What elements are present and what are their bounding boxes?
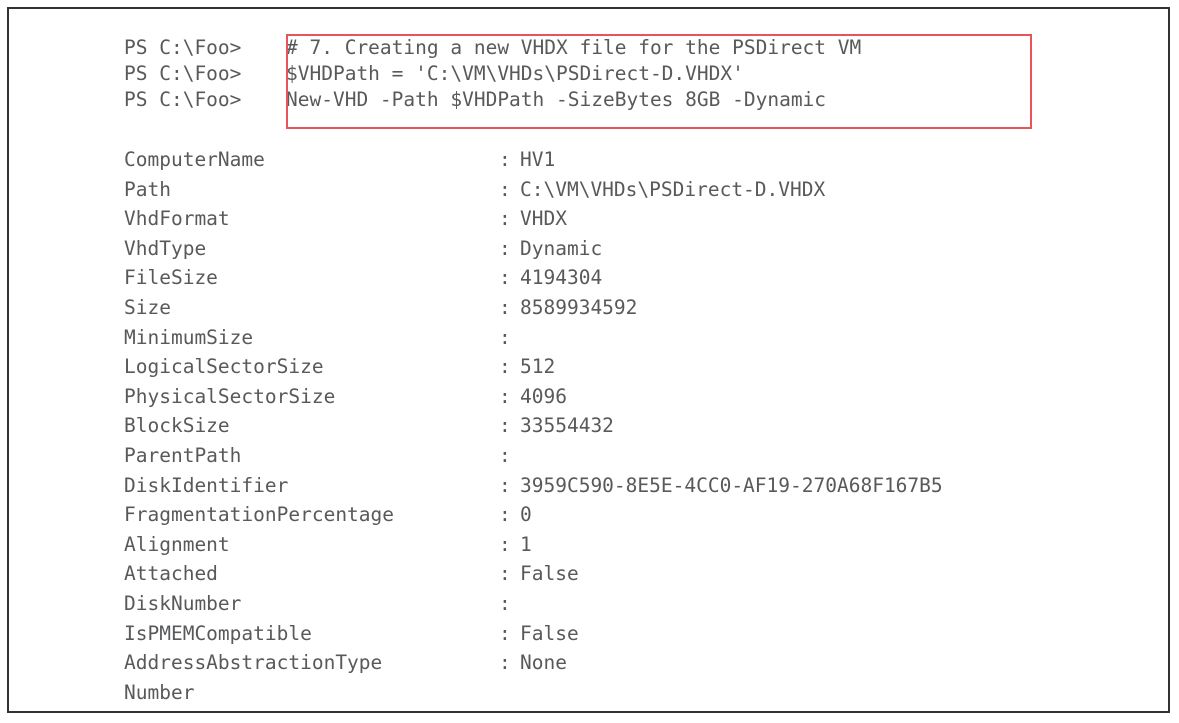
- property-name: DiskIdentifier: [124, 473, 289, 497]
- property-row: DiskIdentifier:3959C590-8E5E-4CC0-AF19-2…: [124, 471, 1154, 501]
- vhd-properties-output: ComputerName: HV1 Path: C:\VM\VHDs\PSDirect…: [124, 145, 1154, 707]
- property-separator: :: [499, 651, 511, 675]
- property-separator: :: [499, 384, 511, 408]
- property-name: PhysicalSectorSize: [124, 384, 336, 408]
- property-separator: :: [499, 236, 511, 260]
- property-value: 1: [520, 532, 532, 556]
- property-name: VhdFormat: [124, 207, 230, 231]
- property-row: ComputerName: HV1: [124, 145, 1154, 175]
- property-name: Path: [124, 177, 171, 201]
- property-name: FragmentationPercentage: [124, 503, 395, 527]
- property-name: Number: [124, 680, 195, 704]
- property-row: FragmentationPercentage:0: [124, 500, 1154, 530]
- property-row: Alignment:1: [124, 530, 1154, 560]
- property-value: 0: [520, 503, 532, 527]
- property-name: FileSize: [124, 266, 218, 290]
- property-separator: :: [499, 443, 511, 467]
- command-block: PS C:\Foo> # 7. Creating a new VHDX file …: [124, 35, 1124, 113]
- property-row: Path: C:\VM\VHDs\PSDirect-D.VHDX: [124, 175, 1154, 205]
- property-row: Number:: [124, 678, 1154, 708]
- command-line: PS C:\Foo> New-VHD -Path $VHDPath -SizeBy…: [124, 87, 1124, 113]
- property-row: VhdFormat: VHDX: [124, 204, 1154, 234]
- prompt-label: PS C:\Foo>: [124, 62, 242, 85]
- property-value: VHDX: [520, 207, 567, 231]
- property-separator: :: [499, 325, 511, 349]
- command-text[interactable]: New-VHD -Path $VHDPath -SizeBytes 8GB -D…: [286, 88, 826, 111]
- command-line: PS C:\Foo> $VHDPath = 'C:\VM\VHDs\PSDirec…: [124, 61, 1124, 87]
- property-separator: :: [499, 148, 511, 171]
- property-name: VhdType: [124, 236, 207, 260]
- property-value: 512: [520, 355, 556, 379]
- property-row: PhysicalSectorSize:4096: [124, 382, 1154, 412]
- property-row: LogicalSectorSize:512: [124, 352, 1154, 382]
- property-name: LogicalSectorSize: [124, 355, 324, 379]
- property-name: ComputerName: [124, 148, 265, 171]
- property-separator: :: [499, 562, 511, 586]
- powershell-console-window: PS C:\Foo> # 7. Creating a new VHDX file …: [7, 7, 1170, 713]
- property-value: C:\VM\VHDs\PSDirect-D.VHDX: [520, 177, 826, 201]
- property-name: IsPMEMCompatible: [124, 621, 312, 645]
- property-value: 8589934592: [520, 295, 638, 319]
- property-name: BlockSize: [124, 414, 230, 438]
- property-value: None: [520, 651, 567, 675]
- property-row: AddressAbstractionType: None: [124, 648, 1154, 678]
- property-value: Dynamic: [520, 236, 603, 260]
- property-row: IsPMEMCompatible: False: [124, 619, 1154, 649]
- property-value: 33554432: [520, 414, 614, 438]
- property-separator: :: [499, 621, 511, 645]
- property-row: FileSize:4194304: [124, 263, 1154, 293]
- property-separator: :: [499, 414, 511, 438]
- property-separator: :: [499, 532, 511, 556]
- property-separator: :: [499, 207, 511, 231]
- property-value: 4096: [520, 384, 567, 408]
- property-value: HV1: [520, 148, 556, 171]
- property-name: MinimumSize: [124, 325, 254, 349]
- property-separator: :: [499, 266, 511, 290]
- property-separator: :: [499, 295, 511, 319]
- property-value: False: [520, 562, 579, 586]
- property-value: False: [520, 621, 579, 645]
- property-name: AddressAbstractionType: [124, 651, 383, 675]
- console-output-area[interactable]: PS C:\Foo> # 7. Creating a new VHDX file …: [9, 9, 1168, 711]
- property-name: ParentPath: [124, 443, 242, 467]
- property-row: MinimumSize:: [124, 323, 1154, 353]
- property-row: BlockSize:33554432: [124, 411, 1154, 441]
- property-name: DiskNumber: [124, 591, 242, 615]
- property-row: DiskNumber:: [124, 589, 1154, 619]
- property-name: Size: [124, 295, 171, 319]
- property-separator: :: [499, 355, 511, 379]
- property-row: ParentPath:: [124, 441, 1154, 471]
- property-name: Attached: [124, 562, 218, 586]
- property-separator: :: [499, 591, 511, 615]
- command-line: PS C:\Foo> # 7. Creating a new VHDX file …: [124, 35, 1124, 61]
- screenshot-root: PS C:\Foo> # 7. Creating a new VHDX file …: [0, 0, 1179, 723]
- prompt-label: PS C:\Foo>: [124, 88, 242, 111]
- property-row: VhdType: Dynamic: [124, 234, 1154, 264]
- property-value: 4194304: [520, 266, 603, 290]
- property-separator: :: [499, 473, 511, 497]
- command-text[interactable]: # 7. Creating a new VHDX file for the PS…: [286, 36, 861, 59]
- property-value: 3959C590-8E5E-4CC0-AF19-270A68F167B5: [520, 473, 943, 497]
- command-text[interactable]: $VHDPath = 'C:\VM\VHDs\PSDirect-D.VHDX': [286, 62, 744, 85]
- property-row: Attached: False: [124, 559, 1154, 589]
- property-separator: :: [499, 503, 511, 527]
- property-name: Alignment: [124, 532, 230, 556]
- prompt-label: PS C:\Foo>: [124, 36, 242, 59]
- property-separator: :: [499, 177, 511, 201]
- property-row: Size:8589934592: [124, 293, 1154, 323]
